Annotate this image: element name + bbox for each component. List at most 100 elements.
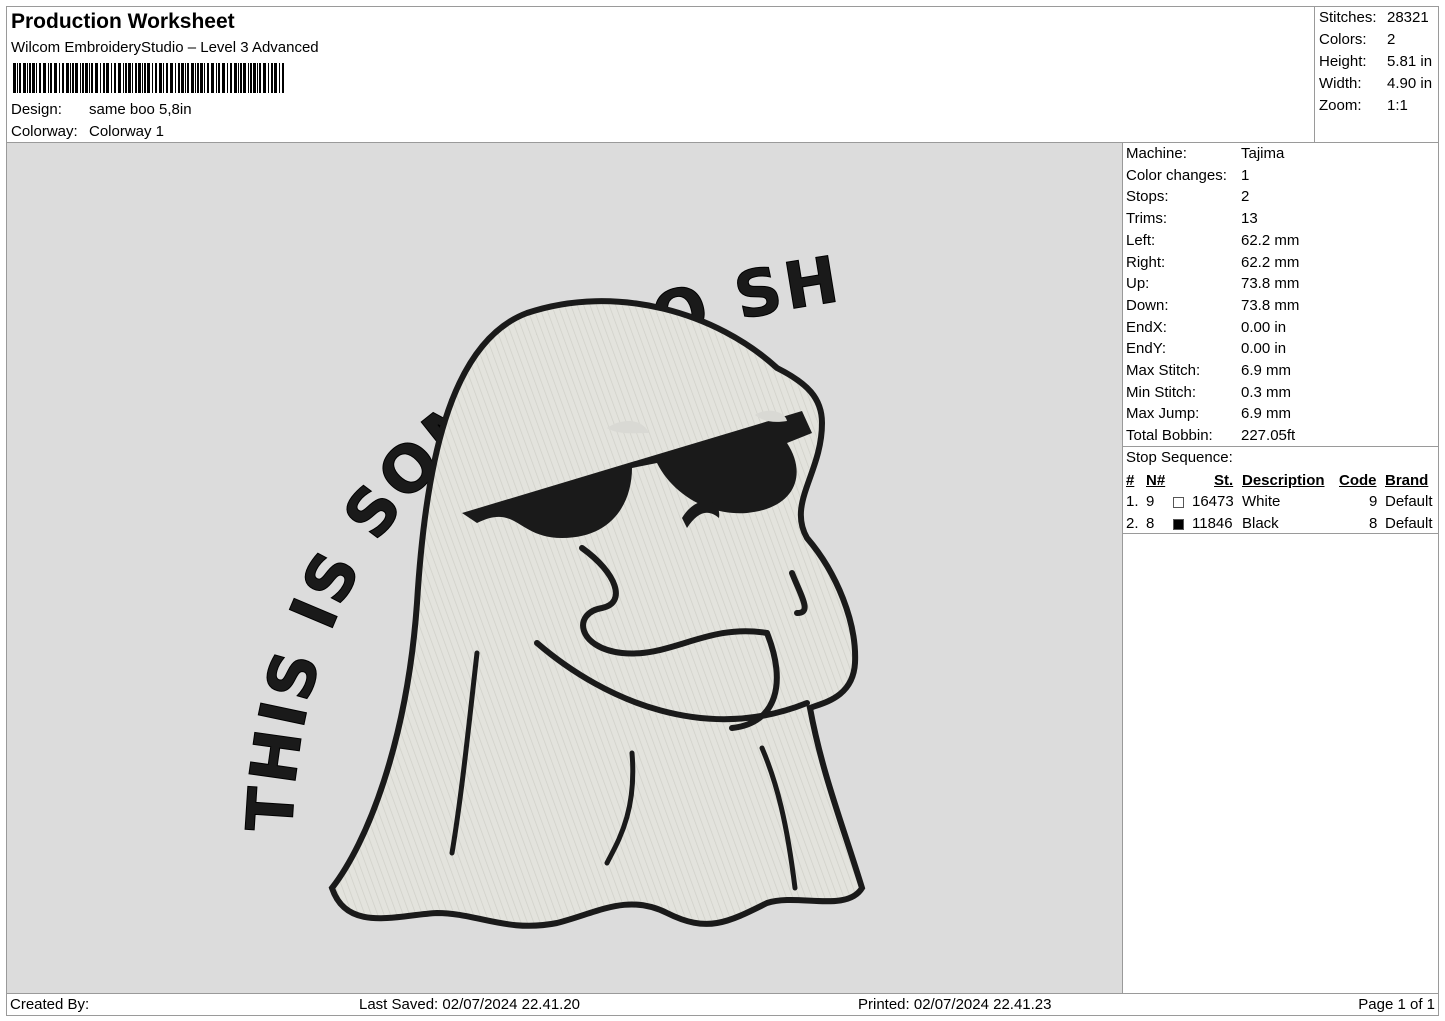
software-name: Wilcom EmbroideryStudio – Level 3 Advanc… xyxy=(11,39,319,56)
summary-label: Width: xyxy=(1319,75,1362,92)
barcode-bar xyxy=(234,63,237,93)
barcode-bar xyxy=(178,63,180,93)
row-brand: Default xyxy=(1385,493,1433,510)
barcode-bar xyxy=(13,63,16,93)
barcode-bar xyxy=(250,63,252,93)
barcode-bar xyxy=(181,63,184,93)
barcode-bar xyxy=(204,63,205,93)
stop-sequence-title: Stop Sequence: xyxy=(1126,449,1233,466)
stat-label: Up: xyxy=(1126,275,1150,293)
barcode-bar xyxy=(32,63,35,93)
barcode-bar xyxy=(123,63,124,93)
barcode-bar xyxy=(39,63,41,93)
barcode-bar xyxy=(185,63,186,93)
barcode-bar xyxy=(200,63,203,93)
barcode-bar xyxy=(147,63,150,93)
stat-label: Right: xyxy=(1126,253,1166,271)
barcode-bar xyxy=(135,63,137,93)
barcode-bar xyxy=(48,63,49,93)
barcode-bar xyxy=(100,63,101,93)
barcode-bar xyxy=(17,63,18,93)
stat-value: 62.2 mm xyxy=(1241,253,1300,271)
barcode-bar xyxy=(29,63,31,93)
ghost-body xyxy=(328,298,866,929)
barcode-bar xyxy=(125,63,127,93)
colorway-value: Colorway 1 xyxy=(89,123,165,140)
barcode-bar xyxy=(138,63,141,93)
stat-label: Trims: xyxy=(1126,210,1168,228)
barcode-bar xyxy=(66,63,69,93)
machine-stats: Machine: Tajima Color changes: 1 Stops: 2 Trim… xyxy=(1122,142,1439,447)
row-code: 8 xyxy=(1369,515,1378,532)
barcode-bar xyxy=(187,63,189,93)
barcode-bar xyxy=(59,63,60,93)
stat-label: Stops: xyxy=(1126,188,1169,206)
stat-label: EndY: xyxy=(1126,340,1167,358)
row-n: 8 xyxy=(1146,515,1155,532)
barcode-bar xyxy=(279,63,280,93)
summary-label: Stitches: xyxy=(1319,9,1377,26)
barcode-bar xyxy=(106,63,109,93)
row-index: 2. xyxy=(1126,515,1139,532)
barcode-bar xyxy=(85,63,88,93)
row-description: Black xyxy=(1242,515,1279,532)
stat-value: 13 xyxy=(1241,210,1258,228)
stat-label: Min Stitch: xyxy=(1126,383,1197,401)
stat-label: Left: xyxy=(1126,231,1156,249)
row-stitches: 11846 xyxy=(1192,515,1233,532)
barcode xyxy=(13,63,284,93)
barcode-bar xyxy=(80,63,81,93)
barcode-bar xyxy=(271,63,273,93)
worksheet-header: Production Worksheet Wilcom EmbroiderySt… xyxy=(6,6,1315,143)
barcode-bar xyxy=(238,63,239,93)
col-code-header: Code xyxy=(1339,472,1377,489)
design-preview-canvas: THIS IS SOME BOO SHEET xyxy=(0,85,1123,994)
barcode-bar xyxy=(207,63,209,93)
row-description: White xyxy=(1242,493,1281,510)
col-description-header: Description xyxy=(1242,472,1325,489)
stat-value: Tajima xyxy=(1241,145,1285,162)
last-saved: Last Saved: 02/07/2024 22.41.20 xyxy=(359,996,581,1013)
barcode-bar xyxy=(36,63,37,93)
stop-sequence-table: Stop Sequence: # N# St. Description Code… xyxy=(1122,446,1439,534)
barcode-bar xyxy=(282,63,284,93)
design-summary: Stitches: 28321 Colors: 2 Height: 5.81 i… xyxy=(1314,6,1439,143)
summary-value: 2 xyxy=(1387,31,1396,48)
barcode-bar xyxy=(91,63,93,93)
stat-value: 0.3 mm xyxy=(1241,383,1292,401)
stat-label: Max Stitch: xyxy=(1126,362,1201,379)
barcode-bar xyxy=(23,63,26,93)
summary-label: Zoom: xyxy=(1319,97,1362,114)
barcode-bar xyxy=(89,63,90,93)
barcode-bar xyxy=(103,63,105,93)
stat-label: EndX: xyxy=(1126,318,1167,336)
summary-label: Colors: xyxy=(1319,31,1367,48)
stat-value: 0.00 in xyxy=(1241,318,1287,336)
barcode-bar xyxy=(166,63,168,93)
notes-area xyxy=(1122,533,1439,994)
page-title: Production Worksheet xyxy=(11,10,235,33)
barcode-bar xyxy=(75,63,78,93)
stat-value: 6.9 mm xyxy=(1241,362,1292,379)
page-number: Page 1 of 1 xyxy=(1358,996,1435,1013)
row-code: 9 xyxy=(1369,493,1378,510)
stat-value: 73.8 mm xyxy=(1241,296,1300,314)
stat-label: Total Bobbin: xyxy=(1126,427,1213,445)
col-n-header: N# xyxy=(1146,472,1166,489)
barcode-bar xyxy=(54,63,57,93)
col-st-header: St. xyxy=(1214,472,1234,489)
colorway-label: Colorway: xyxy=(11,123,78,140)
barcode-bar xyxy=(62,63,64,93)
stat-label: Machine: xyxy=(1126,145,1187,162)
barcode-bar xyxy=(159,63,162,93)
barcode-bar xyxy=(248,63,249,93)
barcode-bar xyxy=(128,63,131,93)
stat-value: 73.8 mm xyxy=(1241,275,1300,293)
barcode-bar xyxy=(240,63,242,93)
barcode-bar xyxy=(218,63,220,93)
summary-value: 28321 xyxy=(1387,9,1429,26)
stat-value: 2 xyxy=(1241,188,1250,206)
barcode-bar xyxy=(50,63,52,93)
barcode-bar xyxy=(43,63,46,93)
barcode-bar xyxy=(152,63,153,93)
